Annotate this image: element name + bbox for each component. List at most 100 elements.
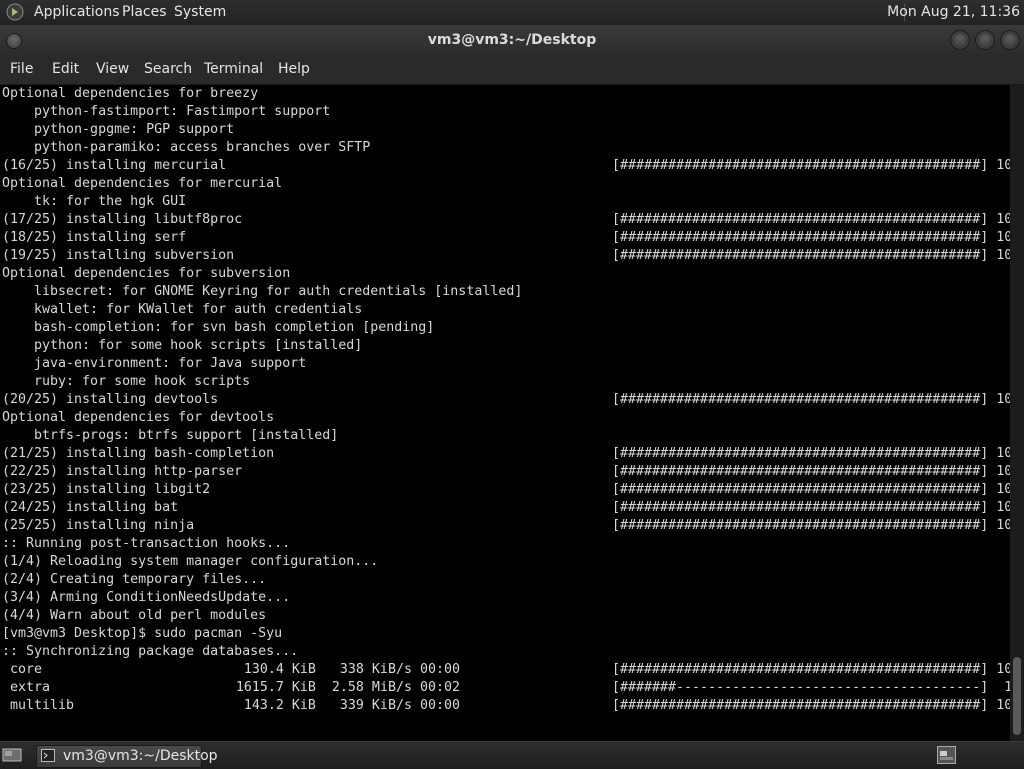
terminal-line-text: Optional dependencies for devtools [2,410,275,425]
terminal-line: btrfs-progs: btrfs support [installed] [2,427,1006,445]
terminal-line-transfer-info: 130.4 KiB 338 KiB/s 00:00 [243,662,460,677]
terminal-line: (20/25) installing devtools [############… [2,391,1010,409]
window-title: vm3@vm3:~/Desktop [427,32,597,48]
terminal-line-text: Optional dependencies for mercurial [2,176,283,191]
taskbar-label: vm3@vm3:~/Desktop [63,748,218,764]
taskbar-terminal-button[interactable]: vm3@vm3:~/Desktop [36,745,218,768]
menu-terminal[interactable]: Terminal [204,61,263,77]
terminal-line-transfer-info: 1615.7 KiB 2.58 MiB/s 00:02 [235,680,460,695]
terminal-line-text: libsecret: for GNOME Keyring for auth cr… [2,284,523,299]
terminal-line-text: kwallet: for KWallet for auth credential… [2,302,363,317]
terminal-line-progress: [#######################################… [612,158,1010,173]
menubar: File Edit View Search Terminal Help [0,57,1024,85]
terminal-line: (19/25) installing subversion [##########… [2,247,1010,265]
terminal-line-text: python-paramiko: access branches over SF… [2,140,371,155]
terminal-line-text: (19/25) installing subversion [2,248,235,263]
menu-file[interactable]: File [10,61,33,77]
terminal-output[interactable]: Optional dependencies for breezy python-… [0,85,1010,741]
terminal-line-text: multilib [2,698,75,713]
terminal-line-progress: [#######################################… [612,518,1010,533]
terminal-line-text: (25/25) installing ninja [2,518,195,533]
terminal-line: (21/25) installing bash-completion [#####… [2,445,1010,463]
minimize-icon[interactable] [950,30,970,50]
terminal-line: (22/25) installing http-parser [#########… [2,463,1010,481]
menu-help[interactable]: Help [278,61,310,77]
terminal-line-text: :: Synchronizing package databases... [2,644,299,659]
top-panel: Applications Places System Mon Aug 21, 1… [0,0,1024,25]
terminal-line-progress: [#######################################… [612,464,1010,479]
terminal-line-text: python: for some hook scripts [installed… [2,338,363,353]
workspace-switcher-icon[interactable] [937,746,956,764]
terminal-line: (18/25) installing serf [################… [2,229,1010,247]
terminal-line: (25/25) installing ninja [###############… [2,517,1010,535]
terminal-scrollbar[interactable] [1010,85,1024,741]
menu-view[interactable]: View [96,61,129,77]
terminal-line-progress: [#######################################… [612,248,1010,263]
menu-search[interactable]: Search [144,61,192,77]
gnome-foot-logo-icon[interactable] [6,3,24,21]
terminal-line: java-environment: for Java support [2,355,1006,373]
terminal-line: core 130.4 KiB 338 KiB/s 00:00 [##########… [2,661,1010,679]
terminal-line-text: java-environment: for Java support [2,356,307,371]
menu-edit[interactable]: Edit [52,61,79,77]
terminal-line: (23/25) installing libgit2 [#############… [2,481,1010,499]
terminal-line: kwallet: for KWallet for auth credential… [2,301,1006,319]
terminal-line: Optional dependencies for devtools [2,409,1006,427]
terminal-line: Optional dependencies for subversion [2,265,1006,283]
terminal-line: (2/4) Creating temporary files... [2,571,1006,589]
terminal-line-text: (16/25) installing mercurial [2,158,227,173]
terminal-line-progress: [#######################################… [612,698,1010,713]
terminal-line-text: bash-completion: for svn bash completion… [2,320,435,335]
places-menu[interactable]: Places [122,4,167,20]
terminal-line-transfer-info: 143.2 KiB 339 KiB/s 00:00 [243,698,460,713]
terminal-line-progress: [#######################################… [612,482,1010,497]
terminal-line-text: (18/25) installing serf [2,230,187,245]
terminal-line: (17/25) installing libutf8proc [#########… [2,211,1010,229]
terminal-icon [41,749,55,762]
terminal-line: (3/4) Arming ConditionNeedsUpdate... [2,589,1006,607]
terminal-line-progress: [#######################################… [612,212,1010,227]
show-desktop-icon[interactable] [2,747,22,763]
terminal-line: :: Synchronizing package databases... [2,643,1006,661]
terminal-line: (24/25) installing bat [#################… [2,499,1010,517]
terminal-line-progress: [#######################################… [612,500,1010,515]
terminal-line: Optional dependencies for mercurial [2,175,1006,193]
maximize-icon[interactable] [975,30,995,50]
scrollbar-thumb[interactable] [1013,657,1021,735]
terminal-line-text: (23/25) installing libgit2 [2,482,211,497]
bottom-panel: vm3@vm3:~/Desktop [0,741,1024,769]
terminal-line-progress: [#######################################… [612,392,1010,407]
terminal-line-progress: [#######################################… [612,662,1010,677]
applications-menu[interactable]: Applications [34,4,120,20]
terminal-line: bash-completion: for svn bash completion… [2,319,1006,337]
terminal-line: :: Running post-transaction hooks... [2,535,1006,553]
terminal-line: tk: for the hgk GUI [2,193,1006,211]
terminal-line-text: python-fastimport: Fastimport support [2,104,331,119]
system-menu[interactable]: System [174,4,226,20]
terminal-line: [vm3@vm3 Desktop]$ sudo pacman -Syu [2,625,1006,643]
terminal-line-progress: [#######################################… [612,230,1010,245]
terminal-line-text: python-gpgme: PGP support [2,122,235,137]
terminal-line: multilib 143.2 KiB 339 KiB/s 00:00 [######… [2,697,1010,715]
terminal-line-text: :: Running post-transaction hooks... [2,536,291,551]
terminal-line-text: Optional dependencies for breezy [2,86,259,101]
terminal-line-text: ruby: for some hook scripts [2,374,251,389]
terminal-line: (1/4) Reloading system manager configura… [2,553,1006,571]
close-icon[interactable] [1000,30,1020,50]
terminal-line-text: extra [2,680,51,695]
terminal-line-text: btrfs-progs: btrfs support [installed] [2,428,339,443]
terminal-line-text: tk: for the hgk GUI [2,194,187,209]
terminal-line-text: (24/25) installing bat [2,500,179,515]
terminal-line-progress: [#######--------------------------------… [612,680,1010,695]
clock[interactable]: Mon Aug 21, 11:36 [887,4,1020,20]
terminal-line-text: Optional dependencies for subversion [2,266,291,281]
terminal-line-text: (17/25) installing libutf8proc [2,212,243,227]
terminal-line: python-paramiko: access branches over SF… [2,139,1006,157]
terminal-line-text: (2/4) Creating temporary files... [2,572,267,587]
terminal-line: python-fastimport: Fastimport support [2,103,1006,121]
terminal-line-text: (20/25) installing devtools [2,392,219,407]
window-titlebar[interactable]: vm3@vm3:~/Desktop [0,25,1024,57]
terminal-line: (16/25) installing mercurial [###########… [2,157,1010,175]
terminal-line-text: [vm3@vm3 Desktop]$ sudo pacman -Syu [2,626,283,641]
terminal-line-text: (21/25) installing bash-completion [2,446,275,461]
